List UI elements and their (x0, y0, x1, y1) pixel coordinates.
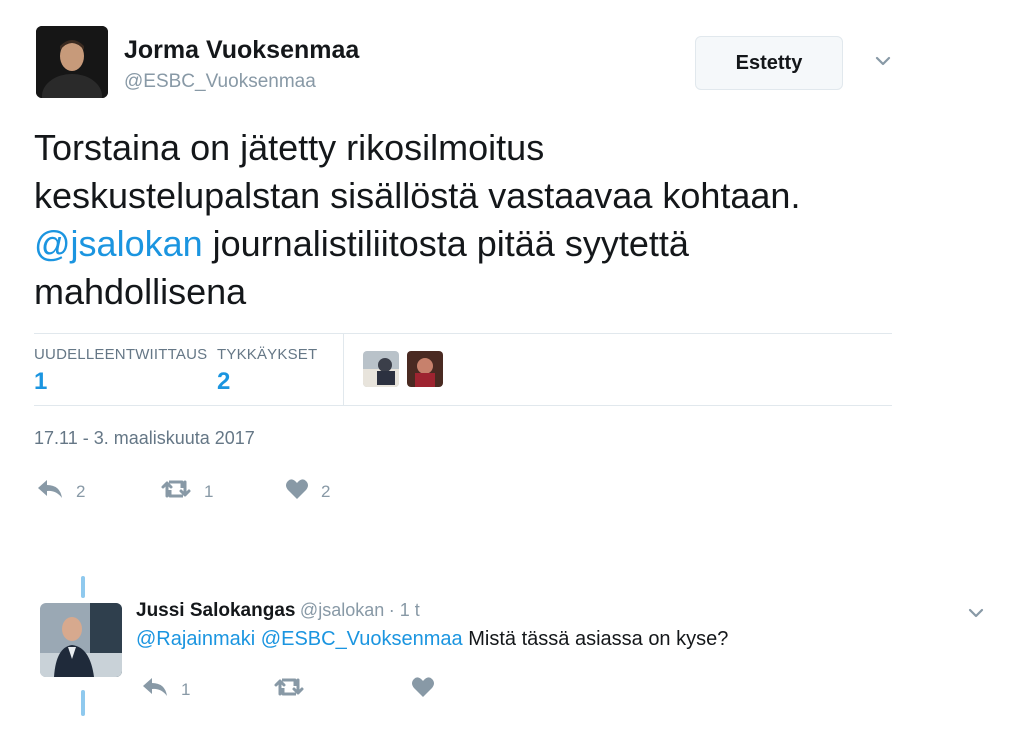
divider (34, 405, 892, 406)
retweets-stat[interactable]: UUDELLEENTWIITTAUS 1 (34, 346, 207, 396)
reply-time[interactable]: · 1 t (389, 600, 420, 620)
reply-retweet-button[interactable] (273, 676, 305, 703)
reply-reply-button[interactable]: 1 (141, 676, 190, 703)
reply-like-button[interactable] (411, 676, 435, 703)
chevron-down-icon[interactable] (968, 606, 984, 620)
reply-icon (36, 478, 64, 505)
author-name[interactable]: Jorma Vuoksenmaa (124, 36, 359, 65)
stats-divider (343, 334, 344, 405)
retweet-icon (160, 478, 192, 505)
liker-avatar[interactable] (407, 351, 443, 387)
retweet-button[interactable]: 1 (160, 478, 213, 505)
heart-icon (285, 478, 309, 505)
tweet-timestamp[interactable]: 17.11 - 3. maaliskuuta 2017 (34, 428, 255, 449)
heart-icon (411, 676, 435, 703)
likes-count: 2 (217, 368, 231, 395)
like-button[interactable]: 2 (285, 478, 330, 505)
tweet-text-line: keskustelupalstan sisällöstä vastaavaa k… (34, 175, 801, 216)
author-handle[interactable]: @ESBC_Vuoksenmaa (124, 71, 316, 93)
reply-button[interactable]: 2 (36, 478, 85, 505)
likes-label: TYKKÄYKSET (217, 346, 318, 363)
reply-author-avatar[interactable] (40, 603, 122, 677)
reply-author-handle[interactable]: @jsalokan (300, 600, 384, 620)
tweet-text-line: mahdollisena (34, 271, 247, 312)
retweets-count: 1 (34, 368, 48, 395)
reply-count: 2 (76, 481, 86, 501)
chevron-down-icon[interactable] (875, 54, 891, 68)
reply-text: @Rajainmaki @ESBC_Vuoksenmaa Mistä tässä… (136, 628, 729, 650)
likes-stat[interactable]: TYKKÄYKSET 2 (217, 346, 317, 396)
tweet-text-line: Torstaina on jätetty rikosilmoitus (34, 127, 545, 168)
reply-reply-count: 1 (181, 679, 191, 699)
retweet-count: 1 (204, 481, 214, 501)
tweet-text: Torstaina on jätetty rikosilmoitus kesku… (34, 124, 914, 316)
reply-author-name[interactable]: Jussi Salokangas (136, 600, 295, 621)
mention-link[interactable]: @ESBC_Vuoksenmaa (261, 628, 463, 650)
tweet-text-line: @jsalokan journalistiliitosta pitää syyt… (34, 223, 689, 264)
like-count: 2 (321, 481, 331, 501)
divider (34, 333, 892, 334)
reply-icon (141, 676, 169, 703)
author-avatar[interactable] (36, 26, 108, 98)
blocked-button[interactable]: Estetty (695, 36, 843, 90)
retweets-label: UUDELLEENTWIITTAUS (34, 346, 208, 363)
thread-line (81, 690, 85, 716)
liker-avatar[interactable] (363, 351, 399, 387)
mention-link[interactable]: @jsalokan (34, 223, 203, 264)
retweet-icon (273, 676, 305, 703)
reply-header: Jussi Salokangas @jsalokan · 1 t (136, 600, 420, 622)
thread-line (81, 576, 85, 598)
mention-link[interactable]: @Rajainmaki (136, 628, 255, 650)
